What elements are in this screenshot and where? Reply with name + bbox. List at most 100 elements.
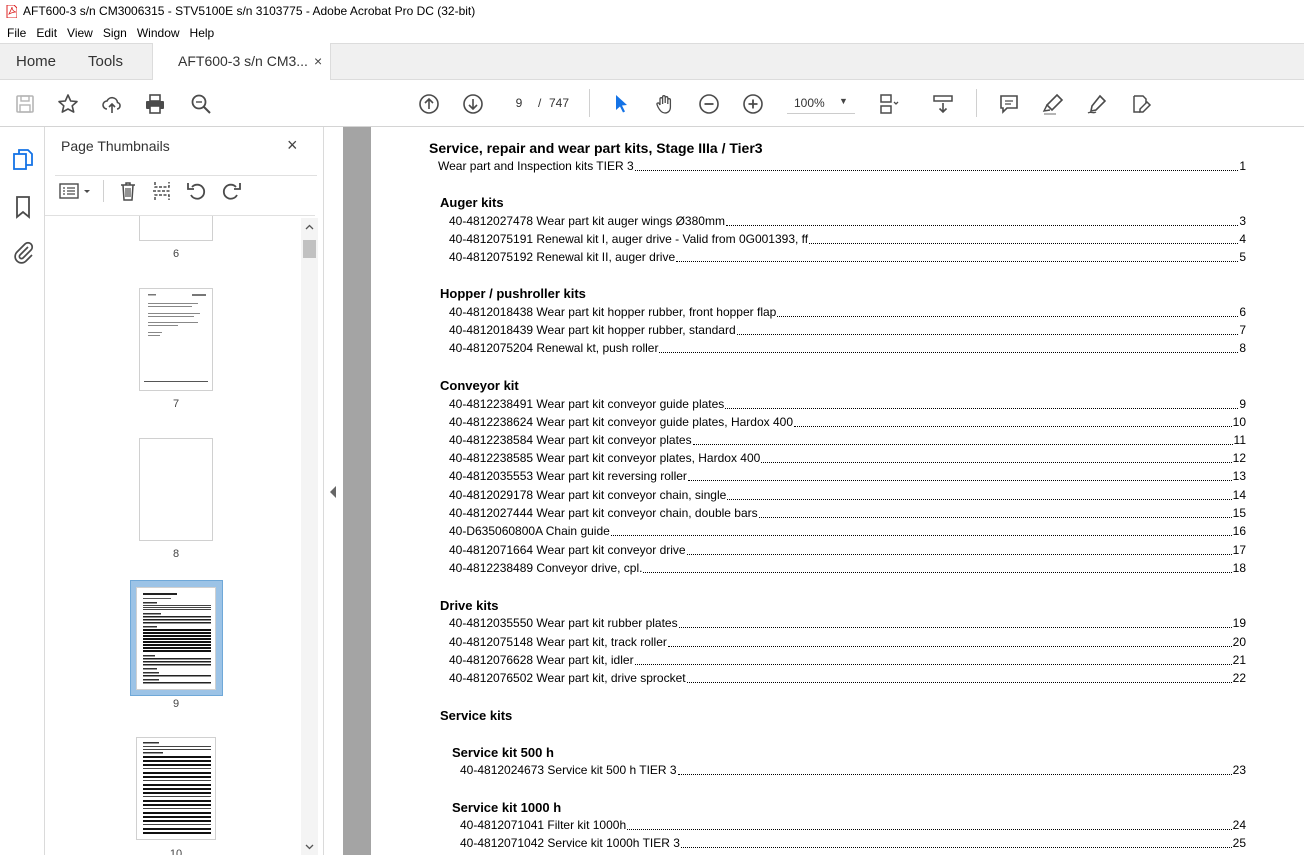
toc-entry[interactable]: 40-D635060800A Chain guide 16: [449, 524, 1246, 538]
zoom-dropdown[interactable]: 100% ▼: [787, 92, 855, 114]
toc-entry[interactable]: 40-4812071664 Wear part kit conveyor dri…: [449, 543, 1246, 557]
toc-entry[interactable]: 40-4812076628 Wear part kit, idler 21: [449, 653, 1246, 667]
subsection-heading: Service kit 500 h: [452, 745, 554, 760]
star-icon[interactable]: [55, 91, 81, 117]
toolbar-divider: [103, 180, 104, 202]
page-down-icon[interactable]: [460, 91, 486, 117]
toc-entry[interactable]: 40-4812035553 Wear part kit reversing ro…: [449, 469, 1246, 483]
extract-pages-icon[interactable]: [151, 180, 173, 202]
page-number-input[interactable]: [505, 93, 533, 113]
toc-entry[interactable]: 40-4812071041 Filter kit 1000h 24: [460, 818, 1246, 832]
comment-icon[interactable]: [996, 91, 1022, 117]
scroll-up-icon[interactable]: [304, 222, 315, 233]
page-thumbnails-panel: Page Thumbnails × 6 7 8 9 10: [45, 127, 323, 855]
page-thumbnail[interactable]: [139, 216, 213, 241]
section-heading: Hopper / pushroller kits: [440, 286, 586, 301]
close-tab-icon[interactable]: ×: [314, 53, 322, 69]
acrobat-icon: [6, 4, 17, 18]
options-menu-icon[interactable]: [59, 182, 93, 200]
thumbnail-list: 6 7 8 9 10: [45, 215, 315, 855]
rotate-right-icon[interactable]: [220, 180, 242, 202]
scroll-down-icon[interactable]: [304, 841, 315, 852]
highlight-icon[interactable]: [1040, 91, 1066, 117]
page-thumbnail[interactable]: [139, 438, 213, 541]
toc-entry[interactable]: 40-4812075192 Renewal kit II, auger driv…: [449, 250, 1246, 264]
toc-entry[interactable]: 40-4812018439 Wear part kit hopper rubbe…: [449, 323, 1246, 337]
tab-document-label: AFT600-3 s/n CM3...: [178, 53, 308, 69]
tab-bar: Home Tools AFT600-3 s/n CM3... ×: [0, 43, 1304, 81]
search-zoom-icon[interactable]: [188, 91, 214, 117]
scrollbar-thumb[interactable]: [303, 240, 316, 258]
toc-entry[interactable]: 40-4812076502 Wear part kit, drive sproc…: [449, 671, 1246, 685]
toolbar: / 747 100% ▼: [0, 80, 1304, 127]
toc-entry[interactable]: 40-4812075191 Renewal kit I, auger drive…: [449, 232, 1246, 246]
thumbnail-toolbar: [55, 175, 317, 205]
hand-icon[interactable]: [652, 91, 678, 117]
menu-file[interactable]: File: [2, 26, 31, 40]
zoom-value: 100%: [794, 96, 825, 110]
tab-document[interactable]: AFT600-3 s/n CM3... ×: [152, 43, 331, 81]
save-icon[interactable]: [12, 91, 38, 117]
toc-entry[interactable]: 40-4812018438 Wear part kit hopper rubbe…: [449, 305, 1246, 319]
page-up-icon[interactable]: [416, 91, 442, 117]
menu-view[interactable]: View: [62, 26, 98, 40]
menu-sign[interactable]: Sign: [98, 26, 132, 40]
page-preview: [143, 593, 211, 684]
page-thumbnail[interactable]: [136, 737, 216, 840]
left-navigation-rail: [0, 127, 45, 855]
close-panel-icon[interactable]: ×: [287, 135, 298, 156]
toolbar-divider: [976, 89, 977, 117]
menu-help[interactable]: Help: [185, 26, 220, 40]
sign-icon[interactable]: [1084, 91, 1110, 117]
page-separator: /: [538, 96, 542, 110]
page-thumbnail[interactable]: [136, 587, 216, 690]
toc-entry[interactable]: 40-4812029178 Wear part kit conveyor cha…: [449, 488, 1246, 502]
delete-icon[interactable]: [117, 180, 139, 202]
rotate-left-icon[interactable]: [186, 180, 208, 202]
toc-entry[interactable]: 40-4812238584 Wear part kit conveyor pla…: [449, 433, 1246, 447]
fit-page-icon[interactable]: [876, 91, 902, 117]
document-title: Service, repair and wear part kits, Stag…: [429, 140, 763, 156]
toc-entry[interactable]: 40-4812035550 Wear part kit rubber plate…: [449, 616, 1246, 630]
print-icon[interactable]: [142, 91, 168, 117]
panel-title: Page Thumbnails: [61, 138, 170, 154]
thumbnail-label: 6: [172, 248, 180, 260]
tab-tools[interactable]: Tools: [88, 44, 123, 80]
zoom-in-icon[interactable]: [740, 91, 766, 117]
page-total: 747: [549, 96, 570, 110]
toc-entry[interactable]: 40-4812075148 Wear part kit, track rolle…: [449, 635, 1246, 649]
section-heading: Auger kits: [440, 195, 504, 210]
section-heading: Service kits: [440, 708, 513, 723]
toc-entry[interactable]: 40-4812027444 Wear part kit conveyor cha…: [449, 506, 1246, 520]
zoom-out-icon[interactable]: [696, 91, 722, 117]
thumbnail-label: 9: [172, 698, 180, 710]
page-thumbnail[interactable]: [139, 288, 213, 391]
window-title: AFT600-3 s/n CM3006315 - STV5100E s/n 31…: [23, 4, 476, 18]
page-thumbnails-icon[interactable]: [11, 148, 35, 172]
select-cursor-icon[interactable]: [608, 91, 634, 117]
thumbnail-scrollbar[interactable]: [301, 218, 318, 855]
toc-entry[interactable]: 40-4812071042 Service kit 1000h TIER 3 25: [460, 836, 1246, 850]
section-heading: Drive kits: [440, 598, 499, 613]
collapse-panel-icon[interactable]: [330, 486, 336, 498]
toc-entry[interactable]: 40-4812075204 Renewal kt, push roller 8: [449, 341, 1246, 355]
tab-home[interactable]: Home: [16, 44, 56, 80]
toc-entry[interactable]: 40-4812027478 Wear part kit auger wings …: [449, 214, 1246, 228]
page-preview: [143, 742, 211, 834]
title-bar: AFT600-3 s/n CM3006315 - STV5100E s/n 31…: [0, 0, 1304, 22]
toc-entry[interactable]: 40-4812024673 Service kit 500 h TIER 3 23: [460, 763, 1246, 777]
menu-edit[interactable]: Edit: [31, 26, 62, 40]
upload-icon[interactable]: [99, 91, 125, 117]
edit-icon[interactable]: [1128, 91, 1154, 117]
toc-entry[interactable]: 40-4812238585 Wear part kit conveyor pla…: [449, 451, 1246, 465]
toc-entry[interactable]: 40-4812238491 Wear part kit conveyor gui…: [449, 397, 1246, 411]
bookmark-icon[interactable]: [11, 195, 35, 219]
toc-entry[interactable]: 40-4812238624 Wear part kit conveyor gui…: [449, 415, 1246, 429]
attachment-icon[interactable]: [11, 240, 35, 264]
chevron-down-icon: ▼: [839, 96, 848, 106]
toc-entry[interactable]: Wear part and Inspection kits TIER 3 1: [438, 159, 1246, 173]
menu-window[interactable]: Window: [132, 26, 185, 40]
scroll-mode-icon[interactable]: [930, 91, 956, 117]
toolbar-divider: [589, 89, 590, 117]
toc-entry[interactable]: 40-4812238489 Conveyor drive, cpl. 18: [449, 561, 1246, 575]
